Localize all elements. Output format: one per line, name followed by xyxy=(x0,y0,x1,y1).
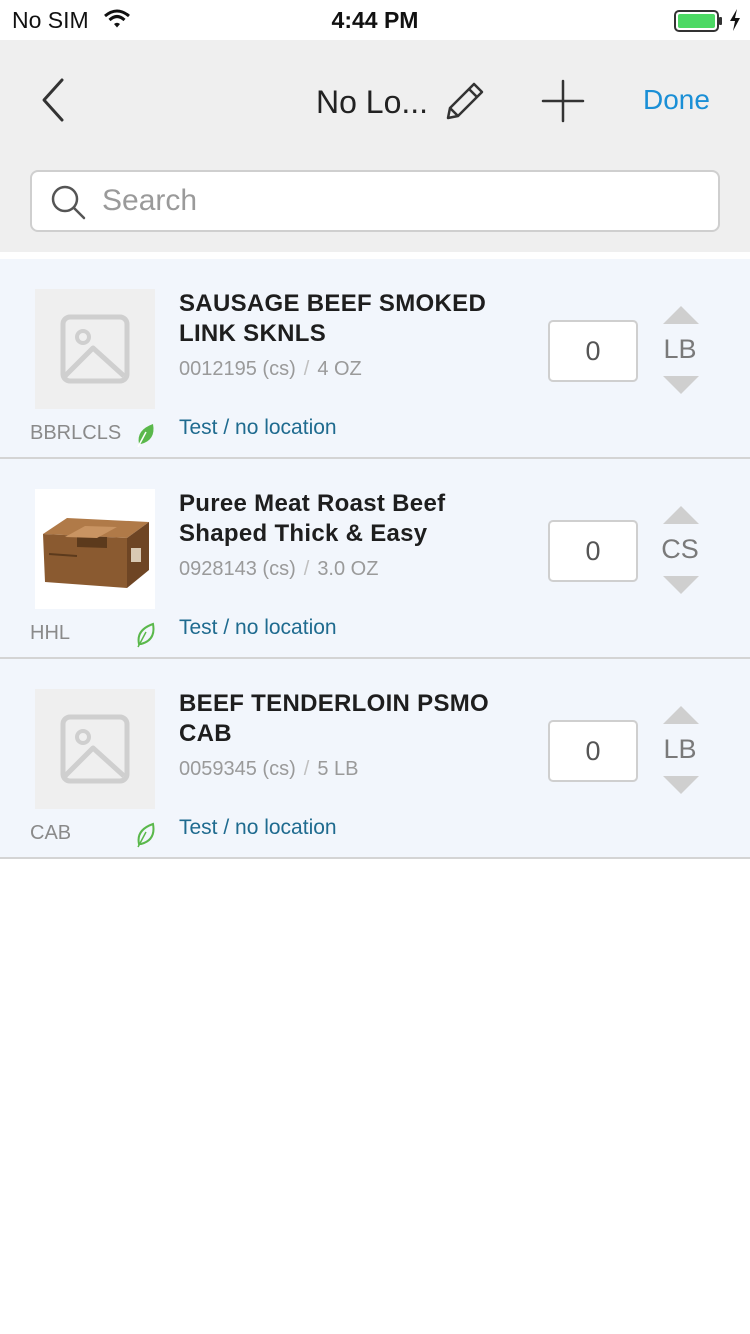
unit-label[interactable]: CS xyxy=(650,534,710,565)
product-thumbnail xyxy=(35,489,155,609)
plus-icon xyxy=(541,79,585,123)
page-title: No Lo... xyxy=(316,83,429,120)
unit-up-button[interactable] xyxy=(662,704,700,726)
product-thumbnail xyxy=(35,689,155,809)
triangle-up-icon xyxy=(663,506,699,524)
item-pack-size: 3.0 OZ xyxy=(317,558,379,580)
triangle-down-icon xyxy=(663,376,699,394)
item-list: BBRLCLS SAUSAGE BEEF SMOKED LINK SKNLS 0… xyxy=(0,259,750,859)
item-meta: 0059345 (cs) / 5 LB xyxy=(179,758,358,781)
unit-label[interactable]: LB xyxy=(650,734,710,765)
item-pack-size: 4 OZ xyxy=(317,358,362,380)
triangle-down-icon xyxy=(663,576,699,594)
nav-bar: No Lo... Done xyxy=(0,40,750,252)
unit-up-button[interactable] xyxy=(662,304,700,326)
triangle-up-icon xyxy=(663,706,699,724)
charging-bolt-icon xyxy=(728,8,742,37)
chevron-left-icon xyxy=(42,78,64,122)
quantity-input[interactable] xyxy=(548,320,638,382)
triangle-up-icon xyxy=(663,306,699,324)
status-bar: No SIM 4:44 PM xyxy=(0,0,750,40)
unit-down-button[interactable] xyxy=(662,774,700,796)
unit-down-button[interactable] xyxy=(662,374,700,396)
search-input[interactable] xyxy=(102,180,702,222)
add-item-button[interactable] xyxy=(538,76,588,126)
pencil-icon xyxy=(446,82,484,120)
search-bar[interactable] xyxy=(30,170,720,232)
empty-list-area xyxy=(0,860,750,1334)
brand-label: CAB xyxy=(30,822,72,844)
product-box-photo xyxy=(43,518,149,588)
item-code: 0928143 (cs) xyxy=(179,558,296,580)
placeholder-image-icon xyxy=(60,714,130,784)
item-name: SAUSAGE BEEF SMOKED LINK SKNLS xyxy=(179,290,487,347)
status-time: 4:44 PM xyxy=(331,7,419,33)
quantity-input[interactable] xyxy=(548,520,638,582)
brand-label: BBRLCLS xyxy=(30,422,122,444)
item-location-link[interactable]: Test / no location xyxy=(179,816,337,840)
list-item[interactable]: CAB BEEF TENDERLOIN PSMO CAB 0059345 (cs… xyxy=(0,659,750,859)
list-item[interactable]: HHL Puree Meat Roast Beef Shaped Thick &… xyxy=(0,459,750,659)
meta-separator: / xyxy=(303,758,310,780)
done-button[interactable]: Done xyxy=(643,84,710,116)
product-thumbnail xyxy=(35,289,155,409)
nav-title-group: No Lo... xyxy=(316,80,428,124)
item-pack-size: 5 LB xyxy=(317,758,359,780)
brand-label: HHL xyxy=(30,622,71,644)
item-meta: 0928143 (cs) / 3.0 OZ xyxy=(179,558,378,581)
placeholder-image-icon xyxy=(60,314,130,384)
meta-separator: / xyxy=(303,358,310,380)
unit-label[interactable]: LB xyxy=(650,334,710,365)
list-item[interactable]: BBRLCLS SAUSAGE BEEF SMOKED LINK SKNLS 0… xyxy=(0,259,750,459)
item-code: 0012195 (cs) xyxy=(179,358,296,380)
search-icon xyxy=(50,184,88,227)
unit-down-button[interactable] xyxy=(662,574,700,596)
item-location-link[interactable]: Test / no location xyxy=(179,416,337,440)
leaf-icon xyxy=(136,822,156,853)
item-name: Puree Meat Roast Beef Shaped Thick & Eas… xyxy=(179,490,446,547)
leaf-icon xyxy=(136,622,156,653)
item-meta: 0012195 (cs) / 4 OZ xyxy=(179,358,362,381)
item-code: 0059345 (cs) xyxy=(179,758,296,780)
leaf-icon xyxy=(136,422,156,453)
item-location-link[interactable]: Test / no location xyxy=(179,616,337,640)
triangle-down-icon xyxy=(663,776,699,794)
item-name: BEEF TENDERLOIN PSMO CAB xyxy=(179,690,490,747)
quantity-input[interactable] xyxy=(548,720,638,782)
edit-title-button[interactable] xyxy=(440,78,488,126)
battery-icon xyxy=(674,10,724,37)
unit-up-button[interactable] xyxy=(662,504,700,526)
back-button[interactable] xyxy=(30,76,80,126)
meta-separator: / xyxy=(303,558,310,580)
